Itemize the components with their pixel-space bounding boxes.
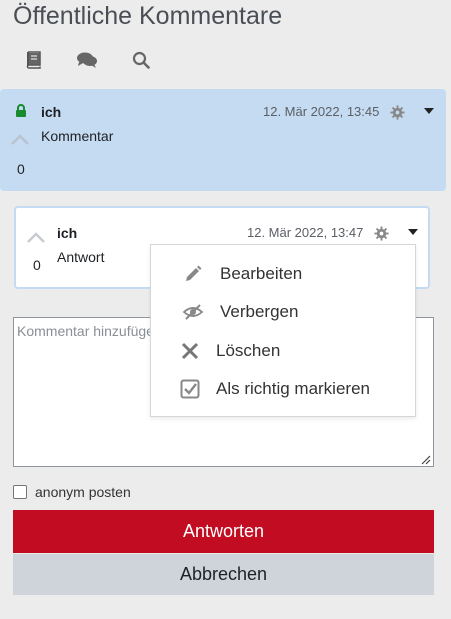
- comment-author[interactable]: ich: [41, 104, 61, 120]
- submit-button[interactable]: Antworten: [13, 510, 434, 553]
- anonymous-checkbox[interactable]: [13, 485, 27, 499]
- resize-grip[interactable]: [419, 452, 431, 465]
- reply-date: 12. Mär 2022, 13:47: [247, 225, 364, 240]
- menu-item-label: Bearbeiten: [220, 264, 303, 283]
- cancel-button[interactable]: Abbrechen: [13, 554, 434, 595]
- eye-slash-icon: [180, 299, 206, 325]
- page-title: Öffentliche Kommentare: [13, 2, 283, 30]
- menu-item-edit[interactable]: Bearbeiten: [151, 256, 415, 292]
- gear-icon[interactable]: [372, 224, 390, 242]
- action-menu: Bearbeiten Verbergen Löschen Als richtig…: [150, 244, 416, 417]
- comments-icon[interactable]: [76, 50, 98, 70]
- comment-text: Kommentar: [41, 128, 114, 144]
- caret-down-icon[interactable]: [406, 227, 420, 237]
- menu-item-mark-correct[interactable]: Als richtig markieren: [151, 371, 415, 407]
- times-icon: [177, 338, 203, 364]
- upvote-icon[interactable]: [10, 132, 30, 146]
- vote-count: 0: [33, 257, 41, 273]
- vote-count: 0: [17, 161, 25, 177]
- upvote-icon[interactable]: [26, 230, 46, 244]
- caret-down-icon[interactable]: [422, 106, 436, 116]
- menu-item-label: Verbergen: [220, 302, 299, 321]
- menu-item-delete[interactable]: Löschen: [151, 333, 415, 369]
- pencil-icon: [180, 261, 206, 287]
- gear-icon[interactable]: [388, 103, 406, 121]
- book-icon[interactable]: [22, 50, 44, 70]
- menu-item-label: Als richtig markieren: [216, 379, 370, 398]
- anonymous-label[interactable]: anonym posten: [35, 484, 131, 500]
- menu-item-hide[interactable]: Verbergen: [151, 294, 415, 330]
- reply-text: Antwort: [57, 249, 105, 265]
- menu-item-label: Löschen: [216, 341, 281, 360]
- search-icon[interactable]: [130, 50, 152, 70]
- check-square-icon: [177, 376, 203, 402]
- reply-author[interactable]: ich: [57, 225, 77, 241]
- comment-date: 12. Mär 2022, 13:45: [263, 104, 380, 119]
- lock-icon: [13, 103, 29, 119]
